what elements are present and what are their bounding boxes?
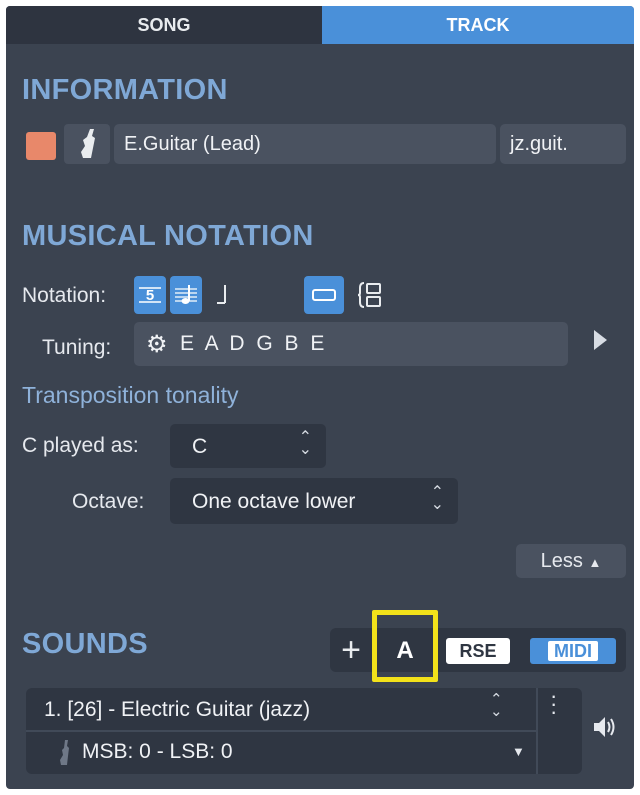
octave-select[interactable]: One octave lower ⌃ ⌄	[170, 478, 458, 524]
sounds-title: SOUNDS	[22, 628, 148, 660]
tab-digit: 5	[146, 287, 154, 304]
c-played-as-value: C	[192, 435, 208, 458]
guitar-icon	[54, 738, 74, 773]
divider	[536, 688, 538, 774]
guitar-icon	[81, 129, 95, 158]
sound-item[interactable]: 1. [26] - Electric Guitar (jazz) ⌃ ⌄ · · · …	[26, 685, 582, 774]
caret-up-icon: ▲	[588, 555, 602, 570]
less-label: Less	[540, 550, 583, 572]
tablature-icon: 5	[139, 287, 161, 304]
musical-notation-title: MUSICAL NOTATION	[22, 220, 314, 252]
tuning-label: Tuning:	[42, 336, 112, 359]
add-sound-button[interactable]: +	[332, 630, 370, 670]
note-stem-icon	[217, 285, 226, 304]
track-short-name-field[interactable]: jz.guit.	[500, 124, 626, 164]
tablature-toggle[interactable]: 5	[134, 276, 166, 314]
tuning-value: E A D G B E	[180, 332, 328, 355]
transposition-heading: Transposition tonality	[22, 382, 239, 408]
information-title: INFORMATION	[22, 74, 228, 106]
midi-label: MIDI	[548, 641, 598, 661]
gear-icon: ⚙	[146, 331, 168, 358]
tab-track[interactable]: TRACK	[322, 6, 634, 44]
updown-chevron-icon: ⌃ ⌄	[298, 429, 312, 458]
track-panel: SONG TRACK INFORMATION E.Guitar (Lead) j…	[6, 6, 634, 789]
bank-value: MSB: 0 - LSB: 0	[82, 740, 233, 763]
updown-chevron-icon: ⌃ ⌄	[430, 484, 444, 513]
midi-button[interactable]: MIDI	[530, 638, 616, 664]
more-options-icon[interactable]: · · ·	[550, 685, 557, 723]
less-button[interactable]: Less ▲	[516, 544, 626, 578]
track-name-field[interactable]: E.Guitar (Lead)	[114, 124, 496, 164]
octave-value: One octave lower	[192, 490, 356, 513]
notation-label: Notation:	[22, 284, 107, 307]
multi-staff-toggle[interactable]	[350, 276, 390, 314]
track-color-swatch[interactable]	[26, 132, 56, 160]
dropdown-caret-icon[interactable]: ▼	[512, 744, 525, 759]
updown-chevron-icon[interactable]: ⌃ ⌄	[490, 692, 503, 719]
sound-name: 1. [26] - Electric Guitar (jazz)	[44, 698, 311, 721]
c-played-as-label: C played as:	[22, 434, 139, 457]
single-staff-icon	[312, 289, 336, 301]
c-played-as-select[interactable]: C ⌃ ⌄	[170, 424, 326, 468]
standard-notation-toggle[interactable]	[170, 276, 202, 314]
highlight-box	[372, 610, 438, 682]
rse-button[interactable]: RSE	[446, 638, 510, 664]
instrument-icon-button[interactable]	[64, 124, 110, 164]
octave-label: Octave:	[72, 490, 145, 513]
multi-staff-icon	[357, 282, 381, 308]
divider	[26, 730, 536, 732]
tuning-field[interactable]: ⚙ E A D G B E	[134, 322, 568, 366]
slash-notation-toggle[interactable]	[206, 276, 244, 314]
speaker-icon[interactable]	[590, 712, 620, 747]
play-tuning-icon[interactable]	[594, 330, 607, 350]
tab-song[interactable]: SONG	[6, 6, 322, 44]
tab-bar: SONG TRACK	[6, 6, 634, 44]
single-staff-toggle[interactable]	[304, 276, 344, 314]
staff-icon	[175, 285, 197, 304]
